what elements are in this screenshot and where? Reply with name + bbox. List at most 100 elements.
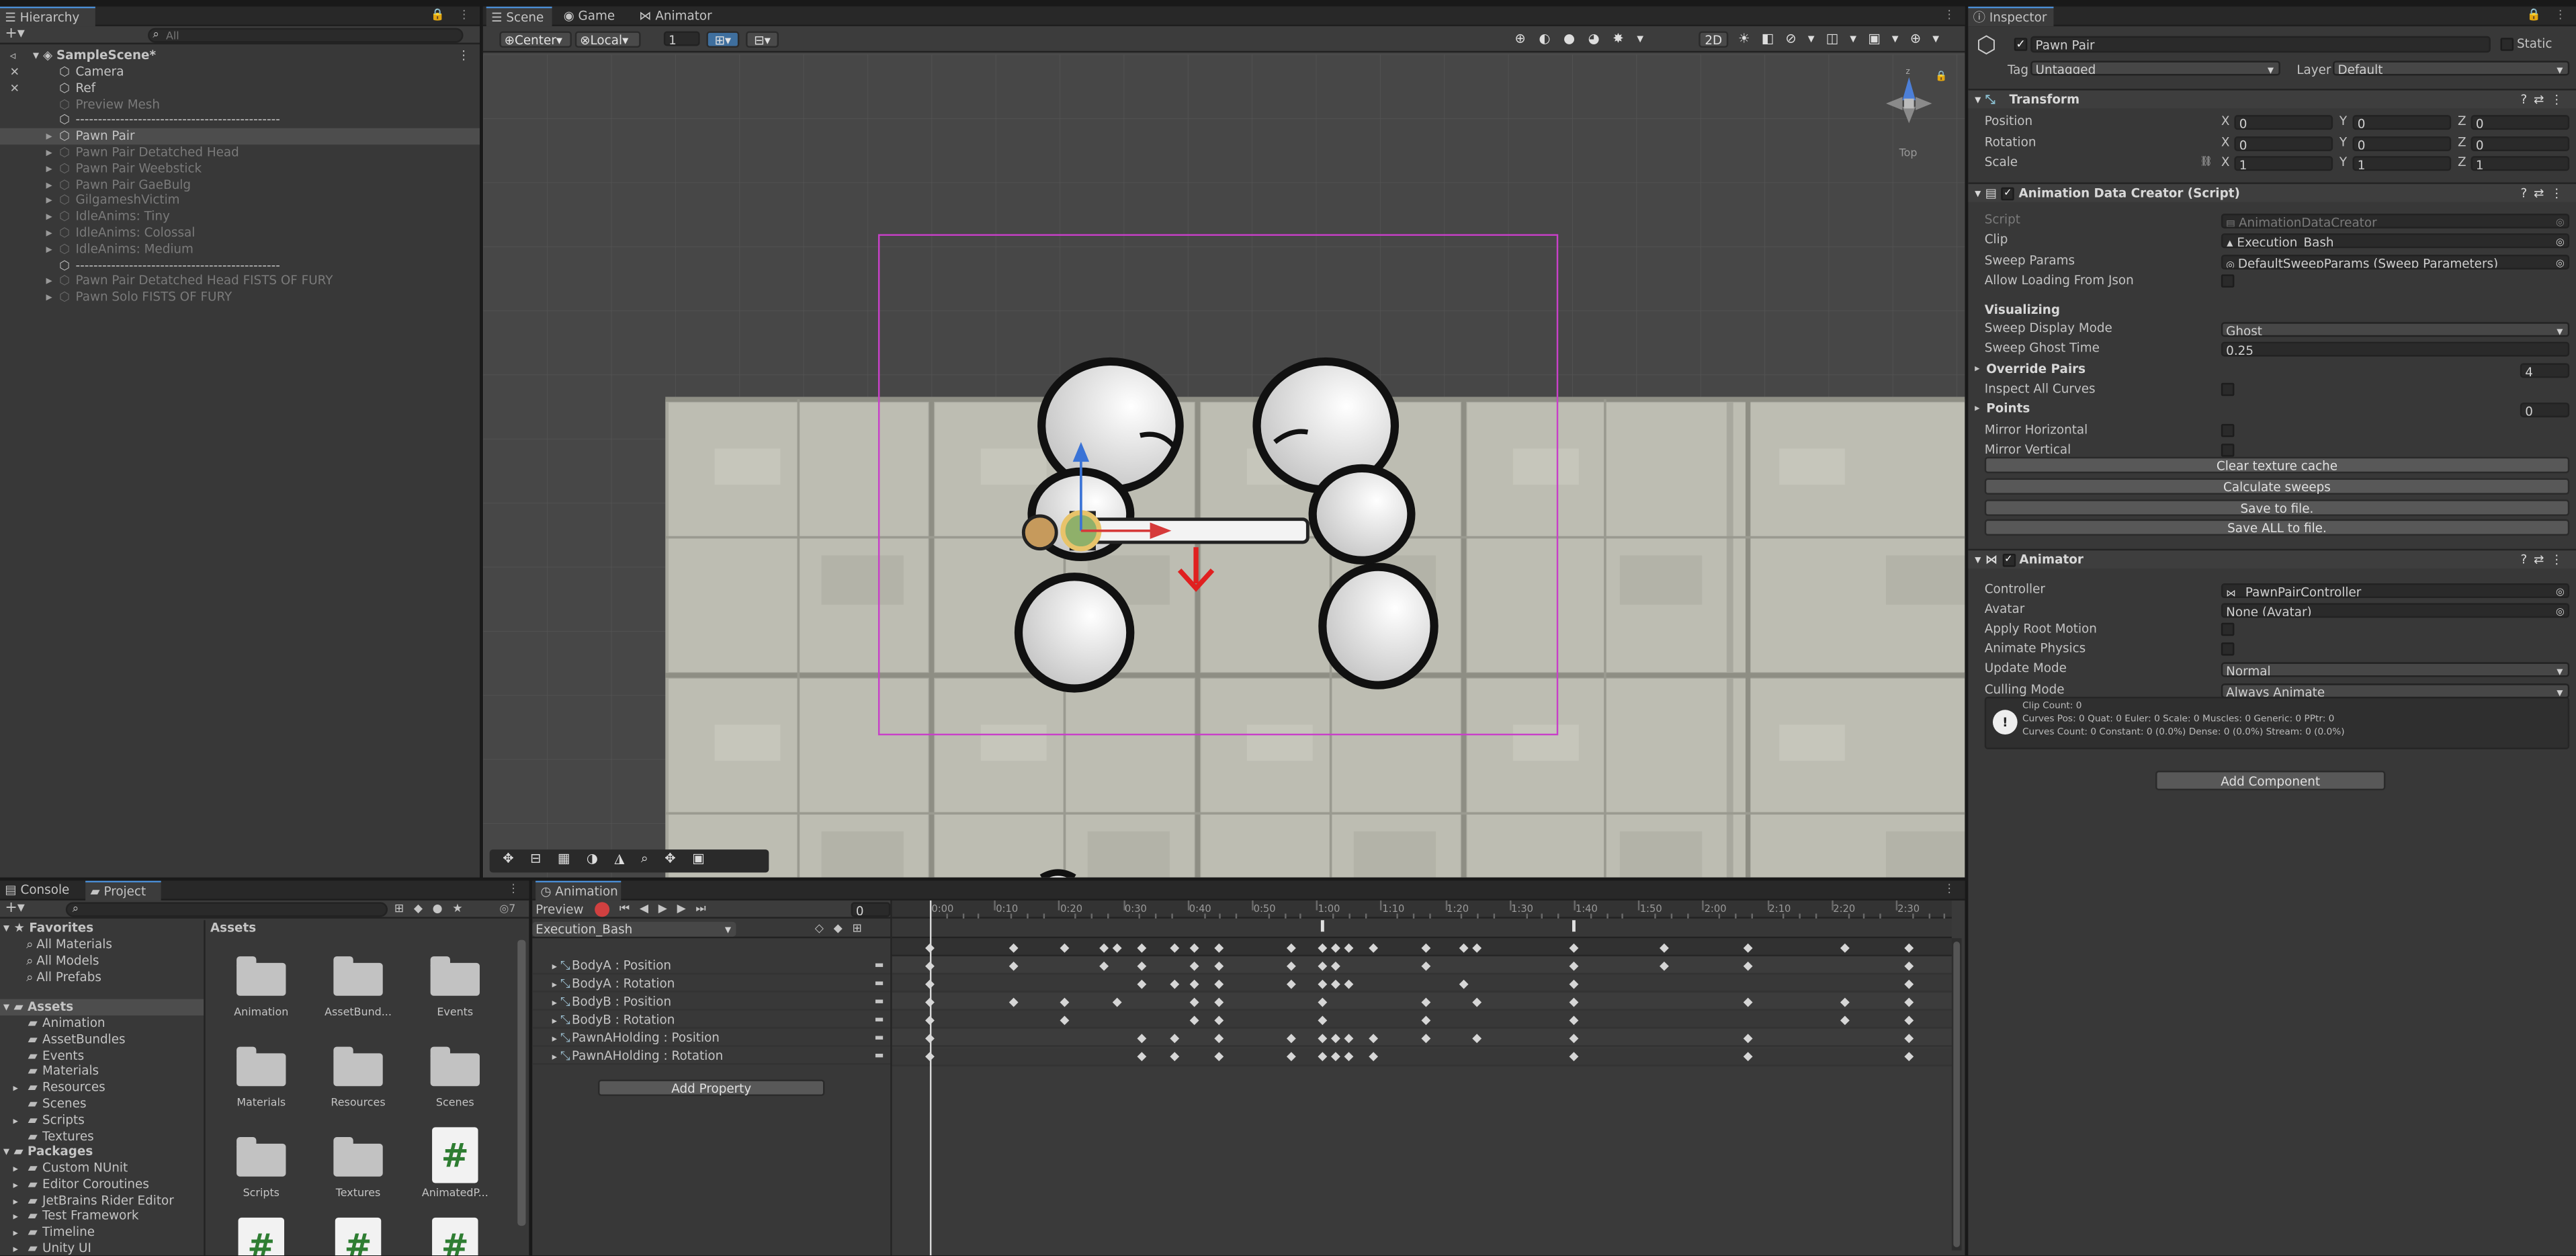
summary-keyframe[interactable] (1569, 942, 1579, 952)
keyframe-track[interactable] (892, 993, 1952, 1011)
keyframe[interactable] (1344, 1052, 1353, 1062)
keyframe[interactable] (1903, 960, 1914, 970)
asset-folder-item[interactable]: ▸ ▰ Scripts (0, 1112, 204, 1128)
hierarchy-item[interactable]: ⬡ Camera (0, 64, 480, 80)
overlay-tool-icons[interactable]: ✥⊟▦◑◮⌕✥▣ (503, 851, 721, 868)
asset-tile[interactable]: Materials (214, 1046, 309, 1132)
transform-y-field[interactable]: 0 (2352, 115, 2452, 130)
property-options-icon[interactable]: ▬ (875, 956, 884, 974)
keyframe[interactable] (1903, 978, 1914, 989)
animator-enabled-checkbox[interactable]: ✓ (2002, 554, 2016, 567)
keyframe[interactable] (1099, 960, 1109, 970)
summary-keyframe[interactable] (1215, 942, 1225, 952)
keyframe[interactable] (1569, 1015, 1579, 1025)
hierarchy-item[interactable]: ▸ ⬡ Pawn Pair (0, 128, 480, 145)
keyframe[interactable] (1170, 1052, 1180, 1062)
component-menu-icons[interactable]: ?⇄⋮ (2520, 90, 2569, 110)
keyframe[interactable] (1344, 1034, 1353, 1043)
keyframe[interactable] (1743, 1034, 1753, 1043)
summary-keyframe[interactable] (1008, 942, 1019, 952)
add-object-button[interactable]: +▾ (5, 26, 24, 44)
asset-tile[interactable]: Animation (214, 956, 309, 1042)
animation-property-row[interactable]: ▸ ⤡ BodyA : Rotation ▬ (532, 974, 891, 992)
adc-enabled-checkbox[interactable]: ✓ (2001, 187, 2015, 201)
favorite-item[interactable]: ⌕ All Models (0, 953, 204, 969)
summary-keyframe[interactable] (1099, 942, 1109, 952)
expand-arrow-icon[interactable]: ▸ (13, 1243, 28, 1255)
keyframe[interactable] (1215, 997, 1225, 1007)
keyframe[interactable] (1344, 978, 1353, 989)
expand-arrow-icon[interactable]: ▸ (46, 225, 59, 241)
summary-keyframe[interactable] (1903, 942, 1914, 952)
keyframe[interactable] (1318, 1034, 1328, 1043)
expand-arrow-icon[interactable]: ▸ (46, 144, 59, 161)
keyframe[interactable] (1215, 1034, 1225, 1043)
keyframe[interactable] (1369, 1052, 1379, 1062)
keyframe[interactable] (1111, 997, 1121, 1007)
adc-action-button[interactable]: Save ALL to file. (1984, 519, 2570, 537)
object-picker-icon[interactable]: ◎ (2556, 256, 2565, 268)
animator-checkbox[interactable] (2221, 642, 2235, 656)
hierarchy-item[interactable]: ⬡ ---------------------------------------… (0, 112, 480, 128)
adc-value-field[interactable]: ▲ Execution_Bash ◎ (2221, 233, 2570, 249)
tab-console[interactable]: ▤ Console (0, 881, 79, 901)
project-tab-menu-icon[interactable]: ⋮ (508, 882, 524, 898)
grid-snap-input[interactable]: 1 (663, 31, 700, 46)
keyframe[interactable] (1330, 1034, 1340, 1043)
asset-folder-item[interactable]: ▰ Animation (0, 1015, 204, 1032)
property-options-icon[interactable]: ▬ (875, 974, 884, 992)
expand-arrow-icon[interactable]: ▸ (46, 209, 59, 225)
component-menu-icons[interactable]: ?⇄⋮ (2520, 550, 2569, 570)
keyframe[interactable] (1459, 978, 1469, 989)
tab-hierarchy[interactable]: ☰ Hierarchy (0, 6, 95, 27)
expand-arrow-icon[interactable]: ▸ (552, 960, 557, 972)
keyframe[interactable] (1215, 978, 1225, 989)
keyframe[interactable] (1060, 1015, 1070, 1025)
object-name-input[interactable]: Pawn Pair (2030, 36, 2491, 53)
keyframe[interactable] (1743, 960, 1753, 970)
summary-keyframe[interactable] (1840, 942, 1849, 952)
package-item[interactable]: ▸ ▰ Timeline (0, 1224, 204, 1241)
hierarchy-item[interactable]: ▸ ⬡ IdleAnims: Tiny (0, 209, 480, 225)
keyframe[interactable] (1137, 978, 1148, 989)
adc-value-field[interactable]: Ghost ▾ (2221, 322, 2570, 337)
transform-z-field[interactable]: 0 (2471, 135, 2570, 151)
keyframe[interactable] (1285, 960, 1295, 970)
grid-toggle-button[interactable]: ⊞▾ (706, 31, 740, 48)
summary-keyframe[interactable] (1285, 942, 1295, 952)
keyframe-track[interactable] (892, 1011, 1952, 1030)
keyframe[interactable] (1903, 1034, 1914, 1043)
hierarchy-item[interactable]: ▸ ⬡ Pawn Pair Weebstick (0, 161, 480, 177)
asset-tile[interactable]: Scripts (214, 1137, 309, 1222)
expand-arrow-icon[interactable]: ▸ (552, 1052, 557, 1063)
keyframe[interactable] (1743, 1052, 1753, 1062)
keyframe[interactable] (1318, 997, 1328, 1007)
keyframe[interactable] (1903, 1052, 1914, 1062)
keyframe-track[interactable] (892, 956, 1952, 975)
expand-arrow-icon[interactable]: ▸ (552, 978, 557, 990)
array-size-field[interactable]: 4 (2520, 363, 2570, 378)
animation-tab-menu-icon[interactable]: ⋮ (1944, 882, 1960, 898)
expand-arrow-icon[interactable]: ▸ (46, 193, 59, 209)
array-size-field[interactable]: 0 (2520, 403, 2570, 418)
frame-input[interactable]: 0 (851, 902, 891, 917)
keyframe[interactable] (1285, 1034, 1295, 1043)
keyframe[interactable] (1840, 997, 1849, 1007)
keyframe-track[interactable] (892, 974, 1952, 993)
expand-arrow-icon[interactable]: ▸ (46, 274, 59, 290)
asset-tile[interactable]: AssetBund... (310, 956, 406, 1042)
scene-tab-menu-icon[interactable]: ⋮ (1944, 8, 1960, 24)
keyframe[interactable] (1330, 978, 1340, 989)
tab-animator[interactable]: ⋈ Animator (634, 7, 716, 26)
animator-value-field[interactable]: Always Animate ▾ (2221, 683, 2570, 699)
constrain-proportions-icon[interactable]: ⛓ (2200, 155, 2213, 171)
tab-inspector[interactable]: ⓘ Inspector (1968, 6, 2054, 27)
adc-value-field[interactable]: 0.25 (2221, 341, 2570, 357)
property-options-icon[interactable]: ▬ (875, 992, 884, 1010)
keyframe[interactable] (1421, 960, 1430, 970)
2d-mode-toggle[interactable]: 2D (1699, 31, 1729, 48)
event-row[interactable] (892, 918, 1952, 939)
animation-property-row[interactable]: ▸ ⤡ BodyB : Position ▬ (532, 992, 891, 1011)
scene-view-options-icons[interactable]: ☀◧⊘▾◫▾▣▾⊕▾ (1738, 31, 1950, 46)
hierarchy-item[interactable]: ▸ ⬡ Pawn Solo FISTS OF FURY (0, 290, 480, 306)
